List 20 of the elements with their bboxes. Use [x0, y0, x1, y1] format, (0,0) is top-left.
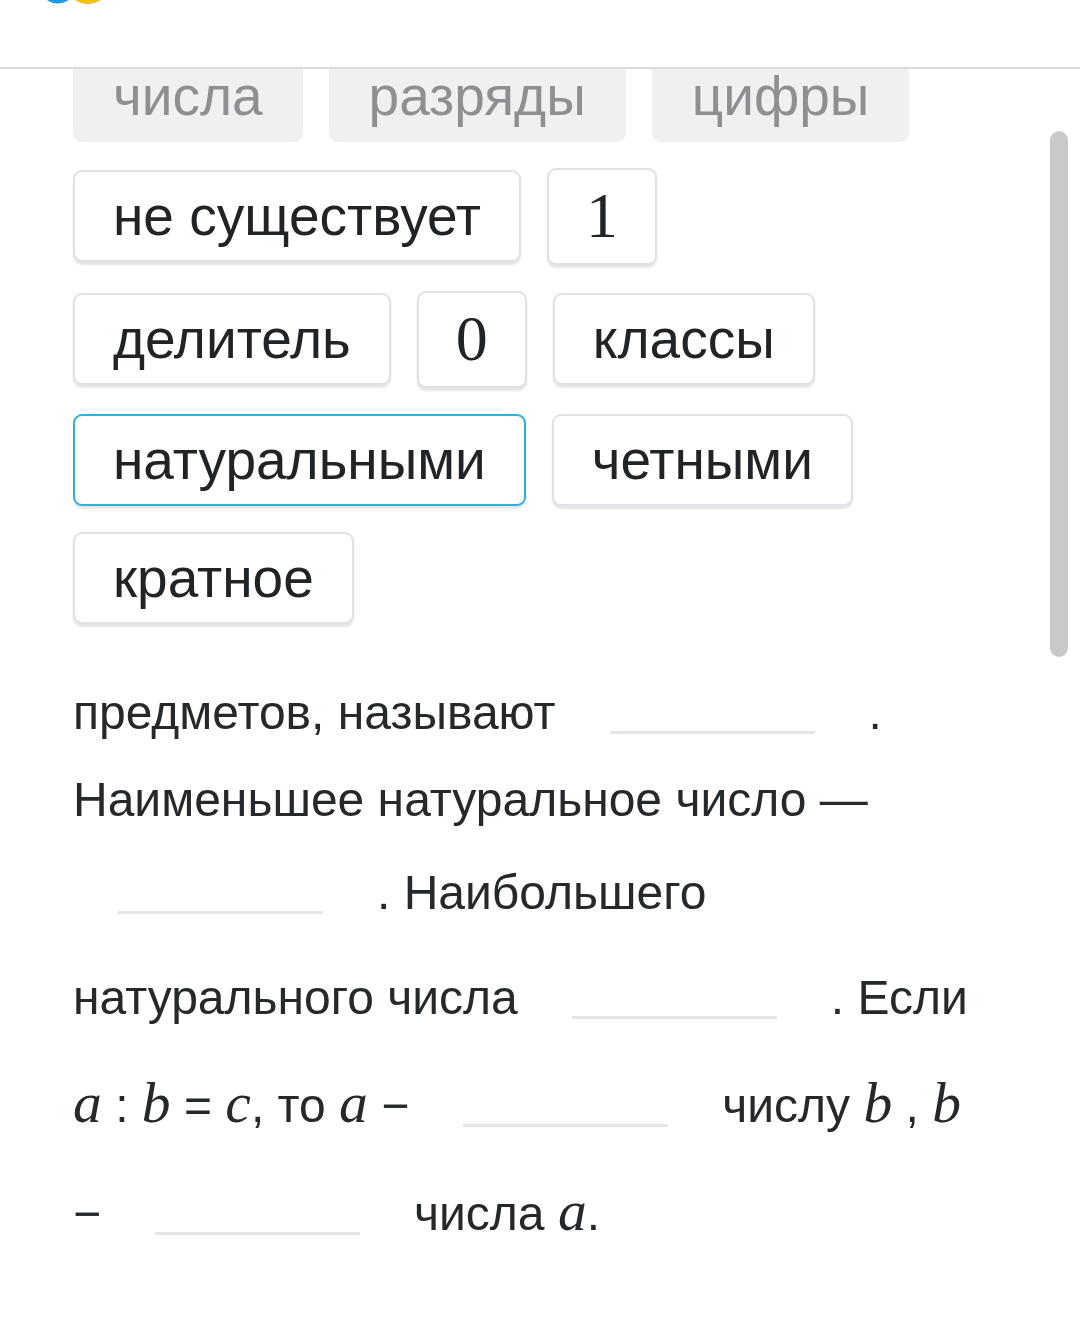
answer-chip[interactable]: 0	[416, 290, 527, 388]
answer-chip[interactable]: делитель	[73, 293, 391, 386]
answer-chip[interactable]: 1	[547, 168, 657, 265]
sentence-text: −	[73, 1187, 102, 1240]
sentence-text: предметов, называют	[73, 686, 556, 739]
answer-chip[interactable]: натуральными	[73, 413, 526, 506]
answer-chip[interactable]: не существует	[73, 170, 521, 263]
answer-chip[interactable]: четными	[551, 413, 853, 506]
answer-chip[interactable]: классы	[552, 293, 815, 386]
scrollbar-thumb[interactable]	[1050, 131, 1068, 657]
sentence-text: натурального числа	[73, 971, 518, 1024]
sentence-text: числу b , b	[722, 1079, 961, 1132]
sentence-text: a : b = c, то a −	[73, 1079, 410, 1132]
sentence-text: Наименьшее натуральное число —	[73, 773, 868, 826]
sentence-text: числа a.	[414, 1187, 601, 1240]
logo-icon	[47, 0, 103, 6]
sentence-text: . Если	[830, 971, 968, 1024]
sentence-text: .	[868, 686, 882, 739]
answer-chip[interactable]: кратное	[73, 531, 354, 624]
sentence-text: . Наибольшего	[377, 866, 707, 919]
